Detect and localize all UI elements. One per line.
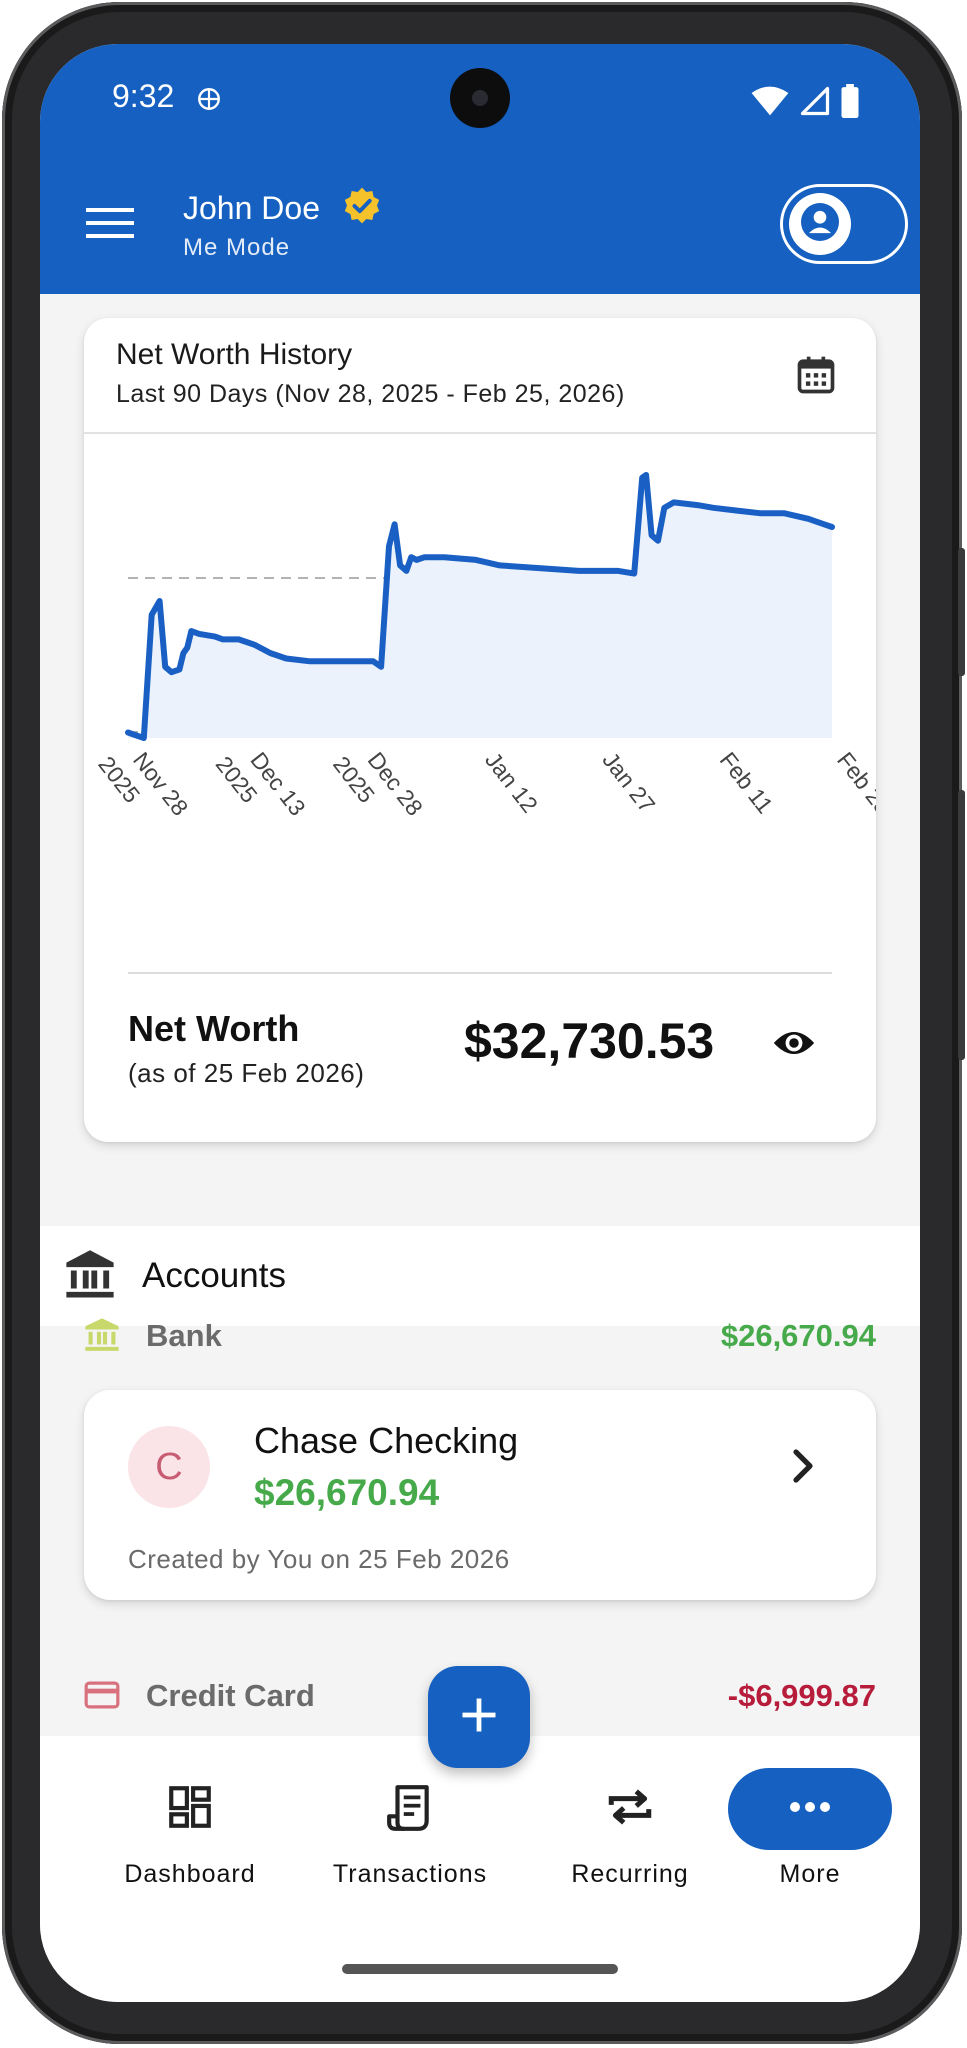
account-created-info: Created by You on 25 Feb 2026 <box>128 1544 510 1574</box>
toggle-knob <box>789 193 851 255</box>
hamburger-menu-icon[interactable] <box>86 206 134 245</box>
x-tick-label: Nov 282025 <box>93 747 193 820</box>
nav-dashboard[interactable]: Dashboard <box>90 1782 290 1902</box>
chart-area-fill <box>128 475 832 738</box>
vpn-globe-icon <box>196 86 222 117</box>
x-tick-label: Feb 25 <box>832 747 876 819</box>
home-indicator <box>342 1964 618 1974</box>
group-label: Bank <box>146 1318 222 1353</box>
account-group-bank[interactable]: Bank $26,670.94 <box>40 1306 920 1366</box>
account-name: Chase Checking <box>254 1420 519 1461</box>
add-button[interactable] <box>428 1666 530 1768</box>
phone-screen: 9:32 John Doe Me Mode Net Worth History … <box>40 44 920 2002</box>
nav-label: Recurring <box>571 1860 689 1888</box>
accounts-title: Accounts <box>142 1256 286 1295</box>
dashboard-icon <box>165 1782 215 1837</box>
nav-label: More <box>779 1860 841 1888</box>
power-button <box>958 790 965 1060</box>
device-frame: 9:32 John Doe Me Mode Net Worth History … <box>0 0 967 2048</box>
x-tick-label: Dec 282025 <box>328 747 428 820</box>
more-pill <box>728 1768 892 1850</box>
nav-recurring[interactable]: Recurring <box>530 1782 730 1902</box>
account-card-chase-checking[interactable]: C Chase Checking $26,670.94 Created by Y… <box>84 1390 876 1600</box>
net-worth-label: Net Worth <box>128 1008 300 1049</box>
plus-icon <box>457 1693 501 1742</box>
nav-label: Transactions <box>332 1860 488 1888</box>
calendar-icon[interactable] <box>794 352 838 403</box>
nav-label: Dashboard <box>124 1860 256 1888</box>
net-worth-history-title: Net Worth History <box>116 338 353 371</box>
receipt-icon <box>385 1782 435 1839</box>
user-mode-label: Me Mode <box>183 234 291 261</box>
net-worth-date-range: Last 90 Days (Nov 28, 2025 - Feb 25, 202… <box>116 380 625 408</box>
x-tick-label: Dec 132025 <box>211 747 311 820</box>
net-worth-value: $32,730.53 <box>464 1013 715 1069</box>
x-tick-label-line1: Jan 27 <box>597 747 660 817</box>
app-header: 9:32 John Doe Me Mode <box>40 44 920 294</box>
x-tick-label: Jan 12 <box>480 747 543 817</box>
front-camera <box>450 68 510 128</box>
account-avatar: C <box>128 1426 210 1508</box>
x-tick-label-line1: Feb 25 <box>832 747 876 819</box>
group-label: Credit Card <box>146 1678 315 1713</box>
x-tick-label-line1: Jan 12 <box>480 747 543 817</box>
net-worth-as-of: (as of 25 Feb 2026) <box>128 1058 365 1088</box>
status-icons <box>750 84 860 123</box>
cell-signal-icon <box>800 86 830 121</box>
group-total: -$6,999.87 <box>727 1678 876 1713</box>
x-tick-label-line1: Feb 11 <box>715 747 779 818</box>
volume-button <box>958 548 965 676</box>
nav-transactions[interactable]: Transactions <box>310 1782 510 1902</box>
eye-icon[interactable] <box>772 1028 816 1063</box>
mode-toggle-switch[interactable] <box>780 184 908 264</box>
user-name: John Doe <box>183 190 320 226</box>
dashboard-content[interactable]: Net Worth History Last 90 Days (Nov 28, … <box>40 294 920 1754</box>
bank-building-icon <box>62 1248 118 1307</box>
status-time: 9:32 <box>112 78 175 114</box>
nav-more[interactable]: More <box>728 1768 892 1902</box>
bank-icon <box>82 1316 122 1359</box>
net-worth-chart[interactable]: Nov 282025 Dec 132025 Dec 282025 Jan 12 Jan … <box>84 434 876 970</box>
net-worth-card: Net Worth History Last 90 Days (Nov 28, … <box>84 318 876 1142</box>
account-balance: $26,670.94 <box>254 1472 440 1513</box>
x-axis-ticks: Nov 282025 Dec 132025 Dec 282025 Jan 12 Jan … <box>93 747 876 820</box>
credit-card-icon <box>82 1676 122 1719</box>
chevron-right-icon[interactable] <box>788 1448 818 1489</box>
more-dots-icon <box>788 1800 832 1819</box>
x-tick-label: Jan 27 <box>597 747 660 817</box>
card-divider <box>128 972 832 974</box>
battery-icon <box>840 84 860 123</box>
repeat-icon <box>605 1782 655 1837</box>
group-total: $26,670.94 <box>720 1318 876 1353</box>
wifi-icon <box>750 85 790 122</box>
person-icon <box>801 202 839 246</box>
verified-badge-icon <box>342 186 382 231</box>
x-tick-label: Feb 11 <box>715 747 779 818</box>
